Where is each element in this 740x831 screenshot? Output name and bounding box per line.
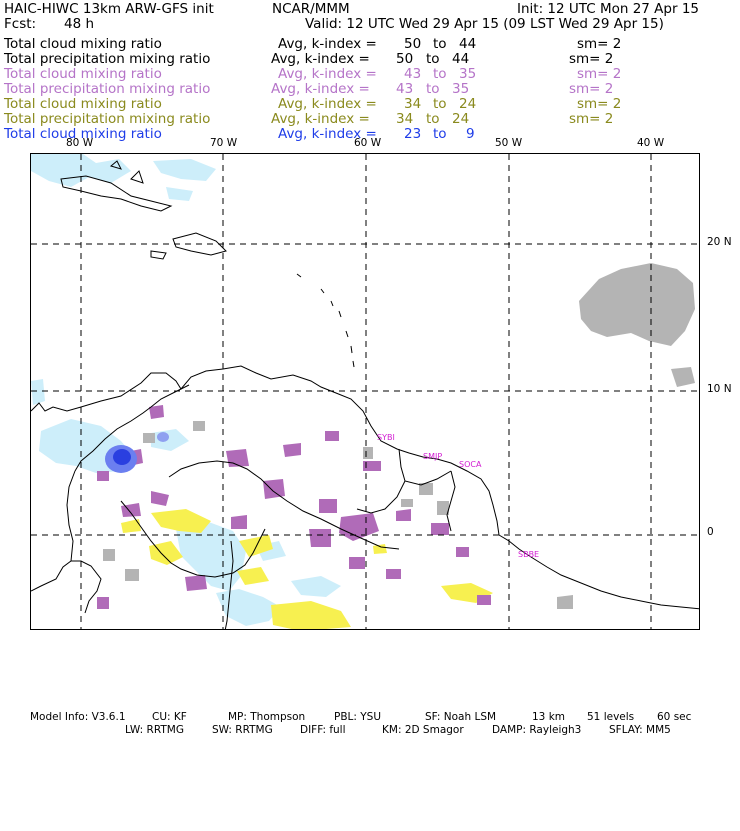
footer-mp: MP: Thompson bbox=[228, 711, 306, 723]
footer-damp: DAMP: Rayleigh3 bbox=[492, 724, 582, 736]
field-row-4: Total cloud mixing ratio Avg, k-index = … bbox=[0, 96, 740, 112]
field-avg: Avg, k-index = bbox=[278, 96, 377, 112]
footer-sw: SW: RRTMG bbox=[212, 724, 273, 736]
footer-line-1: Model Info: V3.6.1 CU: KF MP: Thompson P… bbox=[0, 711, 740, 724]
field-k-to: 44 bbox=[459, 36, 477, 52]
field-k-to: 24 bbox=[452, 111, 470, 127]
field-k-from: 50 bbox=[404, 36, 422, 52]
field-k-to: 35 bbox=[459, 66, 477, 82]
station-sybi: SYBI bbox=[377, 433, 395, 442]
field-name: Total precipitation mixing ratio bbox=[4, 51, 211, 67]
field-name: Total precipitation mixing ratio bbox=[4, 111, 211, 127]
field-avg: Avg, k-index = bbox=[278, 66, 377, 82]
field-to: to bbox=[433, 96, 447, 112]
field-name: Total cloud mixing ratio bbox=[4, 66, 162, 82]
lon-label-60w: 60 W bbox=[354, 137, 382, 149]
station-soca: SOCA bbox=[459, 460, 482, 469]
field-sm: sm= 2 bbox=[577, 36, 622, 52]
forecast-hours: 48 h bbox=[64, 16, 95, 32]
footer-timestep: 60 sec bbox=[657, 711, 692, 723]
footer-levels: 51 levels bbox=[587, 711, 635, 723]
lat-label-10n: 10 N bbox=[707, 383, 732, 395]
field-row-3: Total precipitation mixing ratio Avg, k-… bbox=[0, 81, 740, 97]
field-k-from: 23 bbox=[404, 126, 422, 142]
header-row-1: HAIC-HIWC 13km ARW-GFS init NCAR/MMM Ini… bbox=[0, 1, 740, 17]
field-avg: Avg, k-index = bbox=[278, 36, 377, 52]
field-to: to bbox=[426, 81, 440, 97]
footer-pbl: PBL: YSU bbox=[334, 711, 382, 723]
field-name: Total precipitation mixing ratio bbox=[4, 81, 211, 97]
footer-cu: CU: KF bbox=[152, 711, 187, 723]
field-to: to bbox=[426, 111, 440, 127]
field-sm: sm= 2 bbox=[577, 96, 622, 112]
field-name: Total cloud mixing ratio bbox=[4, 96, 162, 112]
footer-lw: LW: RRTMG bbox=[125, 724, 184, 736]
lon-label-50w: 50 W bbox=[495, 137, 523, 149]
footer-km: KM: 2D Smagor bbox=[382, 724, 464, 736]
map-panel bbox=[30, 153, 700, 630]
station-smjp: SMJP bbox=[423, 452, 443, 461]
lat-label-20n: 20 N bbox=[707, 236, 732, 248]
field-k-from: 34 bbox=[404, 96, 422, 112]
institution: NCAR/MMM bbox=[272, 1, 350, 17]
footer-sflay: SFLAY: MM5 bbox=[609, 724, 671, 736]
field-k-from: 43 bbox=[396, 81, 414, 97]
lat-label-0: 0 bbox=[707, 526, 714, 538]
field-k-from: 50 bbox=[396, 51, 414, 67]
field-row-2: Total cloud mixing ratio Avg, k-index = … bbox=[0, 66, 740, 82]
footer-resolution: 13 km bbox=[532, 711, 566, 723]
field-to: to bbox=[426, 51, 440, 67]
footer-model-info: Model Info: V3.6.1 bbox=[30, 711, 126, 723]
init-time: Init: 12 UTC Mon 27 Apr 15 bbox=[517, 1, 699, 17]
field-row-1: Total precipitation mixing ratio Avg, k-… bbox=[0, 51, 740, 67]
field-row-5: Total precipitation mixing ratio Avg, k-… bbox=[0, 111, 740, 127]
model-title: HAIC-HIWC 13km ARW-GFS init bbox=[4, 1, 214, 17]
field-sm: sm= 2 bbox=[569, 81, 614, 97]
field-sm: sm= 2 bbox=[569, 51, 614, 67]
field-sm: sm= 2 bbox=[577, 66, 622, 82]
field-k-to: 44 bbox=[452, 51, 470, 67]
forecast-label: Fcst: bbox=[4, 16, 37, 32]
lon-label-70w: 70 W bbox=[210, 137, 238, 149]
field-to: to bbox=[433, 126, 447, 142]
station-sbbe: SBBE bbox=[518, 550, 540, 559]
field-avg: Avg, k-index = bbox=[271, 111, 370, 127]
field-k-to: 9 bbox=[466, 126, 475, 142]
field-k-to: 35 bbox=[452, 81, 470, 97]
lon-label-40w: 40 W bbox=[637, 137, 665, 149]
field-k-from: 43 bbox=[404, 66, 422, 82]
light-blue-cloud-layer bbox=[31, 154, 341, 626]
field-name: Total cloud mixing ratio bbox=[4, 36, 162, 52]
footer-sf: SF: Noah LSM bbox=[425, 711, 497, 723]
field-sm: sm= 2 bbox=[569, 111, 614, 127]
field-to: to bbox=[433, 66, 447, 82]
footer-diff: DIFF: full bbox=[300, 724, 346, 736]
footer-line-2: LW: RRTMG SW: RRTMG DIFF: full KM: 2D Sm… bbox=[0, 724, 740, 737]
field-k-to: 24 bbox=[459, 96, 477, 112]
valid-time: Valid: 12 UTC Wed 29 Apr 15 (09 LST Wed … bbox=[305, 16, 664, 32]
graticule bbox=[31, 154, 699, 629]
field-to: to bbox=[433, 36, 447, 52]
field-avg: Avg, k-index = bbox=[271, 81, 370, 97]
field-k-from: 34 bbox=[396, 111, 414, 127]
field-avg: Avg, k-index = bbox=[271, 51, 370, 67]
field-row-0: Total cloud mixing ratio Avg, k-index = … bbox=[0, 36, 740, 52]
lon-label-80w: 80 W bbox=[66, 137, 94, 149]
map-canvas bbox=[31, 154, 699, 629]
header-row-2: Fcst: 48 h Valid: 12 UTC Wed 29 Apr 15 (… bbox=[0, 16, 740, 32]
